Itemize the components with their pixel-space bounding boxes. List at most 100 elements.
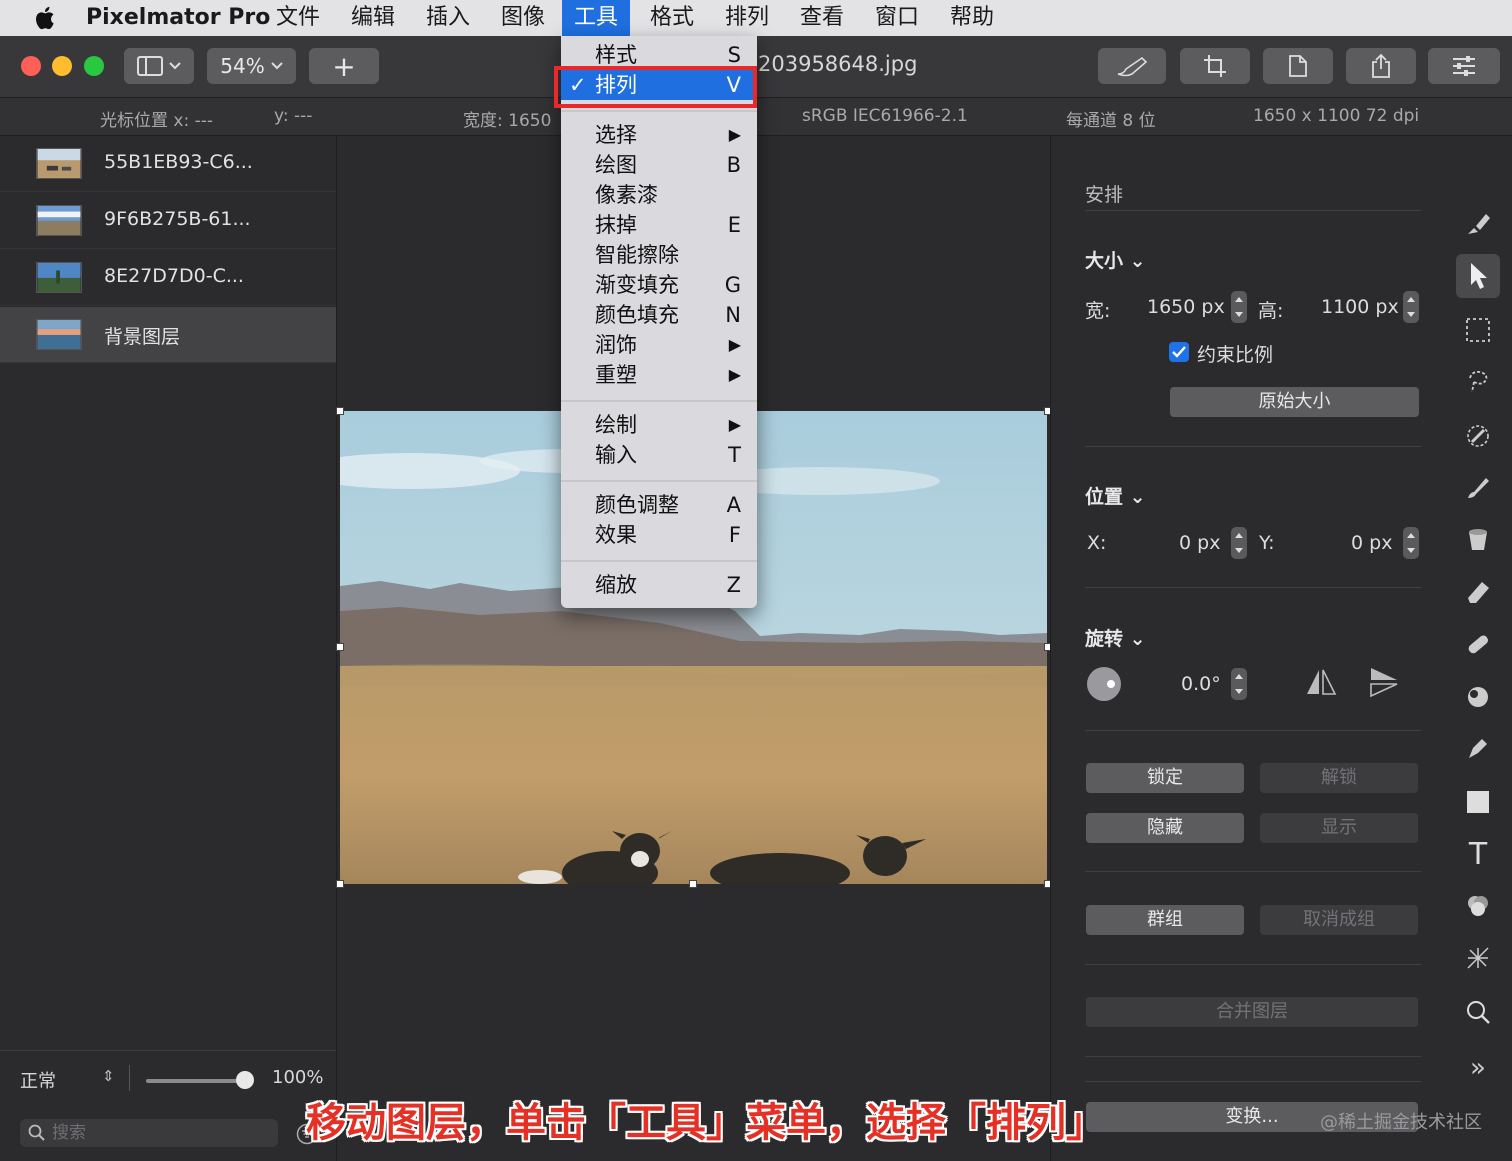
hide-button[interactable]: 隐藏 [1086,813,1244,843]
zoom-window-button[interactable] [84,56,104,76]
submenu-arrow-icon: ▶ [728,335,741,354]
sidebar-toggle-button[interactable] [124,48,194,84]
blend-mode-select[interactable]: 正常 [20,1067,56,1093]
rotation-stepper[interactable] [1231,668,1247,700]
menu-item-zoom[interactable]: 缩放 Z [561,570,757,600]
merge-layers-button[interactable]: 合并图层 [1086,997,1418,1027]
menu-item-color-fill[interactable]: 颜色填充 N [561,300,757,330]
menu-item-color-adjustments[interactable]: 颜色调整 A [561,490,757,520]
search-input[interactable] [52,1121,272,1145]
menu-arrange[interactable]: 排列 [713,0,781,36]
sponge-icon[interactable] [1456,674,1500,718]
minimize-window-button[interactable] [52,56,72,76]
transform-handle[interactable] [336,407,344,415]
position-section-toggle[interactable]: 位置 ⌄ [1085,482,1146,509]
rotation-dial[interactable] [1087,667,1121,701]
lock-button[interactable]: 锁定 [1086,763,1244,793]
menu-item-shortcut: G [724,273,741,297]
format-button[interactable] [1263,48,1333,84]
fill-bucket-icon[interactable] [1456,518,1500,562]
menu-item-reshape[interactable]: 重塑 ▶ [561,360,757,390]
x-stepper[interactable] [1231,527,1247,559]
effects-icon[interactable] [1456,936,1500,980]
menu-tools[interactable]: 工具 [562,0,631,36]
menu-item-smart-erase[interactable]: 智能擦除 [561,240,757,270]
arrange-pointer-icon[interactable] [1456,254,1500,298]
y-field[interactable]: 0 px [1351,532,1392,554]
layer-row-selected[interactable]: 背景图层 [0,307,336,363]
submenu-arrow-icon: ▶ [728,125,741,144]
flip-horizontal-icon[interactable] [1305,668,1337,696]
height-field[interactable]: 1100 px [1321,296,1399,318]
menu-image[interactable]: 图像 [489,0,557,36]
zoom-level-select[interactable]: 54% [207,48,296,84]
layer-row[interactable]: 55B1EB93-C6... [0,136,336,192]
menu-item-gradient-fill[interactable]: 渐变填充 G [561,270,757,300]
eraser-icon[interactable] [1456,570,1500,614]
menu-item-draw[interactable]: 绘制 ▶ [561,410,757,440]
width-stepper[interactable] [1231,291,1247,323]
tutorial-caption: 移动图层，单击「工具」菜单，选择「排列」 [306,1100,1106,1146]
more-icon[interactable]: » [1456,1046,1500,1090]
transform-handle[interactable] [336,643,344,651]
layer-row[interactable]: 9F6B275B-61... [0,193,336,249]
menu-item-label: 颜色调整 [595,493,679,517]
app-menu[interactable]: Pixelmator Pro [74,0,282,36]
menu-window[interactable]: 窗口 [863,0,931,36]
color-adjust-icon[interactable] [1456,884,1500,928]
menu-insert[interactable]: 插入 [414,0,482,36]
ungroup-button[interactable]: 取消成组 [1260,905,1418,935]
menu-item-retouch[interactable]: 润饰 ▶ [561,330,757,360]
add-button[interactable]: + [309,48,379,84]
height-stepper[interactable] [1403,291,1419,323]
menu-item-type[interactable]: 输入 T [561,440,757,470]
original-size-button[interactable]: 原始大小 [1170,387,1419,417]
opacity-slider[interactable] [146,1079,246,1083]
pen-icon[interactable] [1456,726,1500,770]
color-picker-icon[interactable] [1456,414,1500,458]
menu-edit[interactable]: 编辑 [339,0,407,36]
menu-item-select[interactable]: 选择 ▶ [561,120,757,150]
x-field[interactable]: 0 px [1179,532,1220,554]
close-window-button[interactable] [21,56,41,76]
style-brush-icon[interactable] [1456,202,1500,246]
rotation-field[interactable]: 0.0° [1181,673,1221,695]
opacity-slider-knob[interactable] [236,1071,254,1089]
menu-view[interactable]: 查看 [788,0,856,36]
flip-vertical-icon[interactable] [1369,666,1399,698]
share-button[interactable] [1346,48,1416,84]
tools-toggle-button[interactable] [1098,48,1166,84]
menu-item-effects[interactable]: 效果 F [561,520,757,550]
menu-format[interactable]: 格式 [638,0,706,36]
layer-row[interactable]: 8E27D7D0-C... [0,250,336,306]
group-button[interactable]: 群组 [1086,905,1244,935]
crop-button[interactable] [1180,48,1250,84]
width-field[interactable]: 1650 px [1147,296,1225,318]
layer-thumbnail [36,205,82,236]
rotation-section-toggle[interactable]: 旋转 ⌄ [1085,624,1146,651]
transform-handle[interactable] [336,880,344,888]
layers-sidebar: 55B1EB93-C6... 9F6B275B-61... 8E27D7D0-C… [0,136,337,1161]
menu-item-paint[interactable]: 绘图 B [561,150,757,180]
apple-logo-icon[interactable] [32,5,56,31]
size-section-toggle[interactable]: 大小 ⌄ [1085,246,1146,273]
menu-help[interactable]: 帮助 [938,0,1006,36]
show-button[interactable]: 显示 [1260,813,1418,843]
lasso-icon[interactable] [1456,360,1500,404]
constrain-proportions-checkbox[interactable] [1169,342,1189,362]
menu-item-erase[interactable]: 抹掉 E [561,210,757,240]
zoom-icon[interactable] [1456,990,1500,1034]
inspector-button[interactable] [1428,48,1500,84]
unlock-button[interactable]: 解锁 [1260,763,1418,793]
menu-file[interactable]: 文件 [264,0,332,36]
text-icon[interactable]: T [1456,832,1500,876]
y-stepper[interactable] [1403,527,1419,559]
transform-handle[interactable] [689,880,697,888]
shape-icon[interactable] [1456,780,1500,824]
menu-item-pixel-paint[interactable]: 像素漆 [561,180,757,210]
bandage-icon[interactable] [1456,622,1500,666]
paint-brush-icon[interactable] [1456,466,1500,510]
up-down-chevron-icon[interactable]: ⇕ [102,1067,115,1085]
selection-rect-icon[interactable] [1456,308,1500,352]
layer-search[interactable] [20,1119,278,1147]
